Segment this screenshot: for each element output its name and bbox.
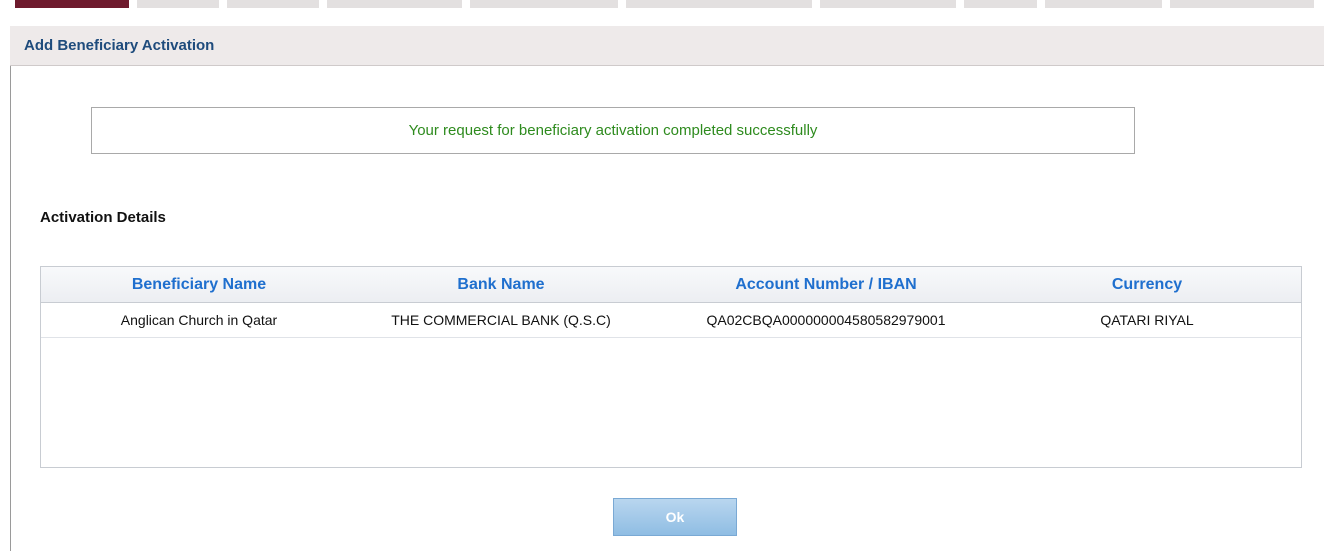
tab[interactable] <box>470 0 618 8</box>
cell-currency: QATARI RIYAL <box>1100 312 1194 328</box>
tab[interactable] <box>327 0 462 8</box>
tab-strip <box>0 0 1324 10</box>
column-header-beneficiary-name: Beneficiary Name <box>131 276 267 293</box>
section-title: Activation Details <box>40 209 166 226</box>
ok-button[interactable]: Ok <box>613 498 737 536</box>
dialog-titlebar: Add Beneficiary Activation <box>10 26 1324 66</box>
cell-account-number: QA02CBQA000000004580582979001 <box>706 312 946 328</box>
tab[interactable] <box>820 0 956 8</box>
tab-active[interactable] <box>15 0 129 8</box>
tab[interactable] <box>137 0 219 8</box>
success-message-box: Your request for beneficiary activation … <box>91 107 1135 154</box>
tab[interactable] <box>1170 0 1314 8</box>
dialog-title: Add Beneficiary Activation <box>24 37 215 54</box>
tab[interactable] <box>227 0 319 8</box>
tab[interactable] <box>964 0 1037 8</box>
table-row: Anglican Church in Qatar THE COMMERCIAL … <box>41 303 1301 338</box>
tab[interactable] <box>1045 0 1162 8</box>
cell-beneficiary-name: Anglican Church in Qatar <box>120 312 278 328</box>
table-header: Beneficiary Name Bank Name Account Numbe… <box>41 267 1301 303</box>
cell-bank-name: THE COMMERCIAL BANK (Q.S.C) <box>391 312 611 328</box>
column-header-account-number: Account Number / IBAN <box>735 276 917 293</box>
column-header-currency: Currency <box>1111 276 1183 293</box>
tab[interactable] <box>626 0 812 8</box>
success-message: Your request for beneficiary activation … <box>408 122 818 139</box>
activation-details-table: Beneficiary Name Bank Name Account Numbe… <box>40 266 1302 468</box>
column-header-bank-name: Bank Name <box>457 276 545 293</box>
